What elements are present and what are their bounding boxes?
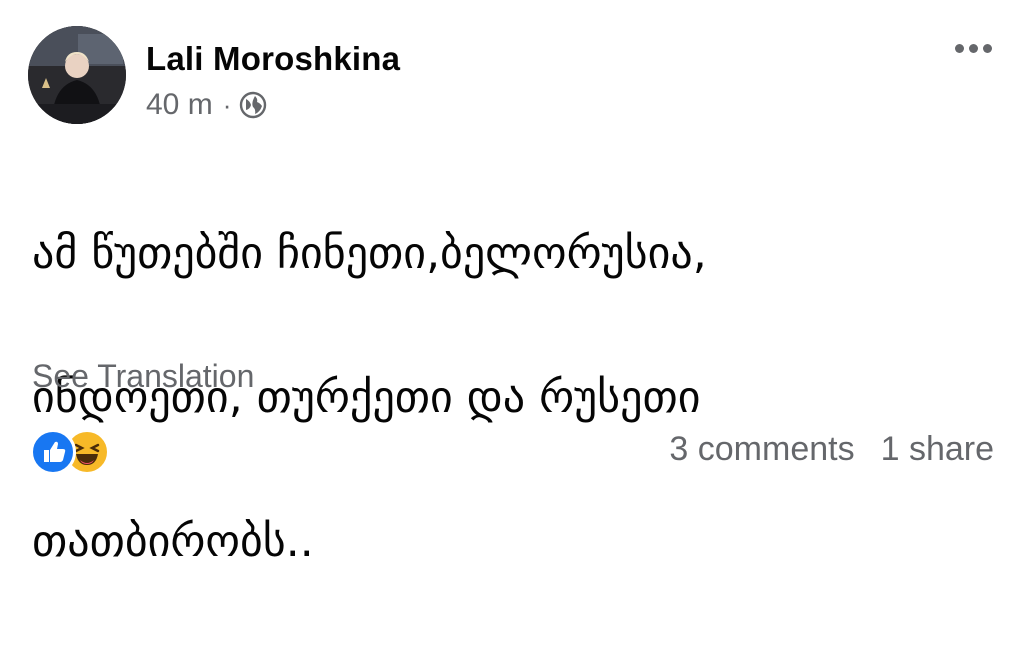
author-name[interactable]: Lali Moroshkina: [146, 40, 400, 78]
post-meta: 40 m ·: [146, 88, 267, 122]
more-dot: [983, 44, 992, 53]
more-dot: [955, 44, 964, 53]
post-body: ამ წუთებში ჩინეთი,ბელორუსია, ინდოეთი, თუ…: [32, 146, 992, 650]
shares-count[interactable]: 1 share: [881, 430, 994, 469]
post-text-line: თათბირობს..: [32, 516, 314, 567]
see-translation-link[interactable]: See Translation: [32, 358, 254, 395]
meta-separator: ·: [222, 89, 232, 120]
comments-count[interactable]: 3 comments: [669, 430, 854, 469]
post-timestamp[interactable]: 40 m: [146, 88, 213, 122]
reaction-summary[interactable]: [30, 429, 110, 475]
globe-icon[interactable]: [239, 91, 267, 119]
post-text-line: ამ წუთებში ჩინეთი,ბელორუსია,: [32, 228, 707, 279]
engagement-counts: 3 comments 1 share: [669, 430, 994, 469]
author-avatar[interactable]: [28, 26, 126, 124]
like-icon: [30, 429, 76, 475]
more-options-icon[interactable]: [951, 40, 996, 57]
more-dot: [969, 44, 978, 53]
